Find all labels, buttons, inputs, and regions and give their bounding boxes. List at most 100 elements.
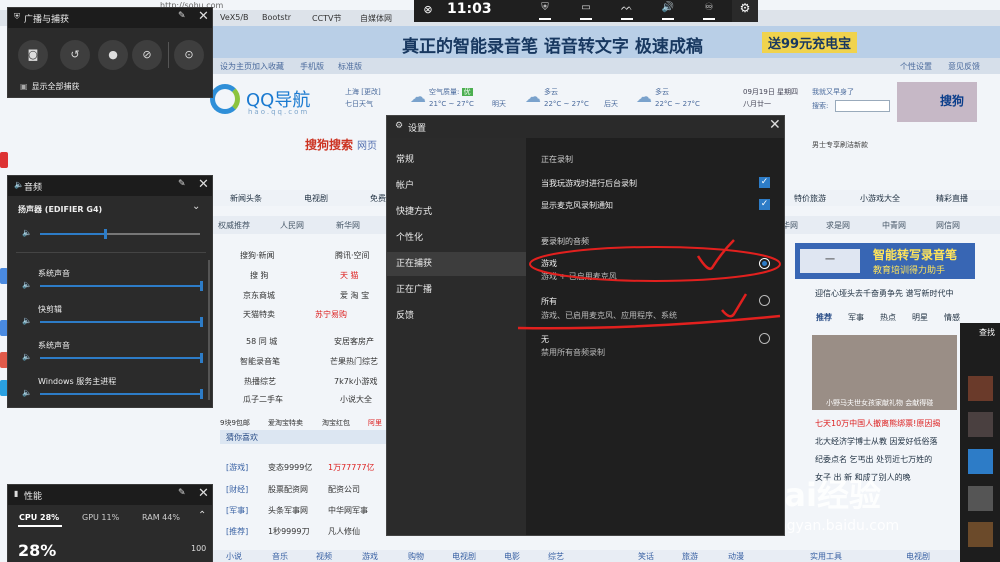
sidebar-item-feedback[interactable]: 反馈 xyxy=(387,304,526,328)
site-link[interactable]: 搜 狗 xyxy=(250,270,269,281)
site-link[interactable]: 热播综艺 xyxy=(244,376,276,387)
nav-link[interactable]: 手机版 xyxy=(300,61,324,72)
app-volume-slider[interactable] xyxy=(40,357,200,359)
scrollbar[interactable] xyxy=(208,260,210,400)
category-link[interactable]: 动漫 xyxy=(728,551,744,562)
content-tab[interactable]: 特价旅游 xyxy=(794,193,826,204)
close-icon[interactable]: ✕ xyxy=(769,117,781,133)
master-volume-thumb[interactable] xyxy=(104,229,107,239)
audio-device-select[interactable]: 扬声器 (EDIFIER G4) xyxy=(18,204,102,215)
headline[interactable]: 迎信心垭头去千奋勇争先 谱写新时代中 xyxy=(815,288,954,299)
content-tab[interactable]: 免费 xyxy=(370,193,386,204)
audio-option-game-radio[interactable] xyxy=(759,258,770,269)
guess-category[interactable]: [财经] xyxy=(226,484,248,495)
sogou-search-logo[interactable]: 搜狗搜索 网页 xyxy=(305,136,377,153)
thumbnail[interactable] xyxy=(968,412,993,437)
content-tab[interactable]: 新闻头条 xyxy=(230,193,262,204)
app-volume-thumb[interactable] xyxy=(200,353,203,363)
guess-link[interactable]: 1秒9999刀 xyxy=(268,526,309,537)
tab-cpu[interactable]: CPU 28% xyxy=(19,513,59,522)
sidebar-item-account[interactable]: 帐户 xyxy=(387,174,526,198)
screenshot-button[interactable]: ◙ xyxy=(18,40,48,70)
link[interactable]: 中青网 xyxy=(882,220,906,231)
app-volume-slider[interactable] xyxy=(40,393,200,395)
close-icon[interactable]: ✕ xyxy=(198,486,209,501)
pin-icon[interactable]: ✎ xyxy=(178,179,186,189)
sidebar-item-personalization[interactable]: 个性化 xyxy=(387,226,526,250)
category-link[interactable]: 笑话 xyxy=(638,551,654,562)
news-tab[interactable]: 明星 xyxy=(912,312,928,323)
category-link[interactable]: 电影 xyxy=(504,551,520,562)
site-link[interactable]: 58 同 城 xyxy=(246,336,277,347)
site-link[interactable]: 瓜子二手车 xyxy=(243,394,283,405)
site-link[interactable]: 天猫特卖 xyxy=(243,309,275,320)
guess-category[interactable]: [游戏] xyxy=(226,462,248,473)
category-link[interactable]: 实用工具 xyxy=(810,551,842,562)
small-link[interactable]: 爱淘宝特卖 xyxy=(268,418,303,428)
mic-toggle-button[interactable]: ⊘ xyxy=(132,40,162,70)
guess-link[interactable]: 中华网军事 xyxy=(328,505,368,516)
content-tab[interactable]: 小游戏大全 xyxy=(860,193,900,204)
promo-note[interactable]: 男士专享刷洁新款 xyxy=(812,140,868,150)
site-link[interactable]: 腾讯·空间 xyxy=(335,250,370,261)
guess-link[interactable]: 配资公司 xyxy=(328,484,360,495)
app-volume-thumb[interactable] xyxy=(200,281,203,291)
guess-link[interactable]: 股票配资网 xyxy=(268,484,308,495)
site-link[interactable]: 苏宁易购 xyxy=(315,309,347,320)
tab-ram[interactable]: RAM 44% xyxy=(142,513,180,522)
qq-nav-logo[interactable]: QQ导航 hao.qq.com xyxy=(210,82,330,120)
category-link[interactable]: 购物 xyxy=(408,551,424,562)
small-search-input[interactable] xyxy=(835,100,890,112)
category-link[interactable]: 电视剧 xyxy=(452,551,476,562)
mic-notify-checkbox[interactable]: ✓ xyxy=(759,199,770,210)
widget-header[interactable]: 🔈 音频 ✎ ✕ xyxy=(8,176,212,196)
guess-category[interactable]: [军事] xyxy=(226,505,248,516)
site-link[interactable]: 7k7k小游戏 xyxy=(334,376,377,387)
small-link[interactable]: 淘宝红包 xyxy=(322,418,350,428)
category-link[interactable]: 旅游 xyxy=(682,551,698,562)
audio-option-all-radio[interactable] xyxy=(759,295,770,306)
sidebar-item-general[interactable]: 常规 xyxy=(387,148,526,172)
news-tab[interactable]: 推荐 xyxy=(816,312,832,323)
weather-city[interactable]: 上海 [更改] 七日天气 xyxy=(345,86,381,110)
app-volume-slider[interactable] xyxy=(40,321,200,323)
close-icon[interactable]: ✕ xyxy=(198,9,209,24)
show-all-captures-link[interactable]: ▣ 显示全部捕获 xyxy=(20,81,80,92)
link[interactable]: 求是网 xyxy=(826,220,850,231)
small-link[interactable]: 阿里 xyxy=(368,418,382,428)
content-tab[interactable]: 精彩直播 xyxy=(936,193,968,204)
sidebar-item-shortcuts[interactable]: 快捷方式 xyxy=(387,200,526,224)
link[interactable]: 人民网 xyxy=(280,220,304,231)
site-link[interactable]: 京东商城 xyxy=(243,290,275,301)
category-link[interactable]: 视频 xyxy=(316,551,332,562)
link[interactable]: 新华网 xyxy=(336,220,360,231)
category-link[interactable]: 游戏 xyxy=(362,551,378,562)
content-tab[interactable]: 电视剧 xyxy=(304,193,328,204)
category-link[interactable]: 综艺 xyxy=(548,551,564,562)
nav-link[interactable]: 标准版 xyxy=(338,61,362,72)
bookmark[interactable]: 自媒体网 xyxy=(360,13,392,24)
widget-header[interactable]: ▮ 性能 ✎ ✕ xyxy=(8,485,212,505)
thumbnail[interactable] xyxy=(968,486,993,511)
pin-icon[interactable]: ✎ xyxy=(178,488,186,498)
guess-category[interactable]: [推荐] xyxy=(226,526,248,537)
news-tab[interactable]: 军事 xyxy=(848,312,864,323)
app-volume-thumb[interactable] xyxy=(200,389,203,399)
news-item[interactable]: 七天10万中国人撤离熊绑票!原因揭 xyxy=(815,418,940,429)
record-last-button[interactable]: ↺ xyxy=(60,40,90,70)
news-item[interactable]: 纪委点名 乞丐出 处罚近七万姓的 xyxy=(815,454,932,465)
nav-link[interactable]: 加入收藏 xyxy=(252,61,284,72)
gear-icon[interactable]: ⚙ xyxy=(732,0,758,22)
site-link[interactable]: 爱 淘 宝 xyxy=(340,290,369,301)
settings-header[interactable]: ⚙ 设置 ✕ xyxy=(387,116,784,138)
app-volume-thumb[interactable] xyxy=(200,317,203,327)
site-link[interactable]: 芒果热门综艺 xyxy=(330,356,378,367)
category-link[interactable]: 电视剧 xyxy=(906,551,930,562)
news-tab[interactable]: 热点 xyxy=(880,312,896,323)
recorder-ad[interactable]: 一 智能转写录音笔 教育培训得力助手 xyxy=(795,243,975,279)
category-link[interactable]: 音乐 xyxy=(272,551,288,562)
nav-link[interactable]: 设为主页 xyxy=(220,61,252,72)
bookmark[interactable]: CCTV节 xyxy=(312,13,342,24)
sidebar-item-capturing[interactable]: 正在捕获 xyxy=(387,252,526,276)
app-volume-slider[interactable] xyxy=(40,285,200,287)
